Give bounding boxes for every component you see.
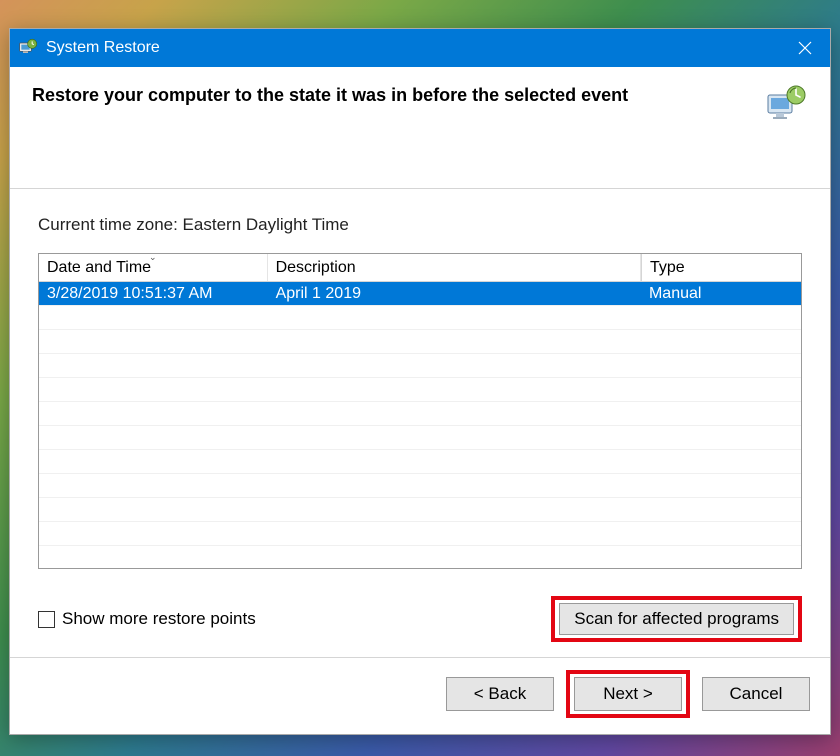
- system-restore-window: System Restore Restore your computer to …: [9, 28, 831, 735]
- table-row-empty: [39, 378, 801, 402]
- show-more-label: Show more restore points: [62, 609, 256, 629]
- column-label: Type: [650, 259, 685, 277]
- table-row-empty: [39, 330, 801, 354]
- wizard-content: Current time zone: Eastern Daylight Time…: [10, 189, 830, 657]
- next-button[interactable]: Next >: [574, 677, 682, 711]
- cell-description: April 1 2019: [268, 282, 641, 305]
- window-title: System Restore: [46, 39, 160, 57]
- restore-wizard-icon: [764, 85, 808, 123]
- column-header-date[interactable]: Date and Time ⌄: [39, 254, 268, 281]
- column-header-description[interactable]: Description: [268, 254, 641, 281]
- show-more-checkbox-row[interactable]: Show more restore points: [38, 609, 256, 629]
- table-row-empty: [39, 450, 801, 474]
- system-restore-icon: [16, 36, 40, 60]
- table-row-empty: [39, 498, 801, 522]
- table-row[interactable]: 3/28/2019 10:51:37 AM April 1 2019 Manua…: [39, 282, 801, 306]
- scan-affected-button[interactable]: Scan for affected programs: [559, 603, 794, 635]
- column-header-type[interactable]: Type: [641, 254, 801, 281]
- restore-points-table[interactable]: Date and Time ⌄ Description Type 3/28/20…: [38, 253, 802, 569]
- titlebar: System Restore: [10, 29, 830, 67]
- highlight-scan: Scan for affected programs: [551, 596, 802, 642]
- table-row-empty: [39, 474, 801, 498]
- table-header-row: Date and Time ⌄ Description Type: [39, 254, 801, 282]
- wizard-header: Restore your computer to the state it wa…: [10, 67, 830, 189]
- table-row-empty: [39, 402, 801, 426]
- wizard-footer: < Back Next > Cancel: [10, 657, 830, 734]
- timezone-label: Current time zone: Eastern Daylight Time: [38, 215, 802, 235]
- column-label: Date and Time: [47, 259, 151, 277]
- cell-date: 3/28/2019 10:51:37 AM: [39, 282, 268, 305]
- cancel-button[interactable]: Cancel: [702, 677, 810, 711]
- table-body: 3/28/2019 10:51:37 AM April 1 2019 Manua…: [39, 282, 801, 569]
- table-row-empty: [39, 522, 801, 546]
- cell-type: Manual: [641, 282, 801, 305]
- back-button[interactable]: < Back: [446, 677, 554, 711]
- wizard-heading: Restore your computer to the state it wa…: [32, 85, 752, 106]
- close-button[interactable]: [780, 29, 830, 67]
- table-row-empty: [39, 306, 801, 330]
- highlight-next: Next >: [566, 670, 690, 718]
- table-row-empty: [39, 354, 801, 378]
- table-row-empty: [39, 546, 801, 569]
- show-more-checkbox[interactable]: [38, 611, 55, 628]
- sort-descending-icon: ⌄: [149, 253, 157, 263]
- below-table-row: Show more restore points Scan for affect…: [38, 599, 802, 639]
- column-label: Description: [276, 259, 356, 277]
- table-row-empty: [39, 426, 801, 450]
